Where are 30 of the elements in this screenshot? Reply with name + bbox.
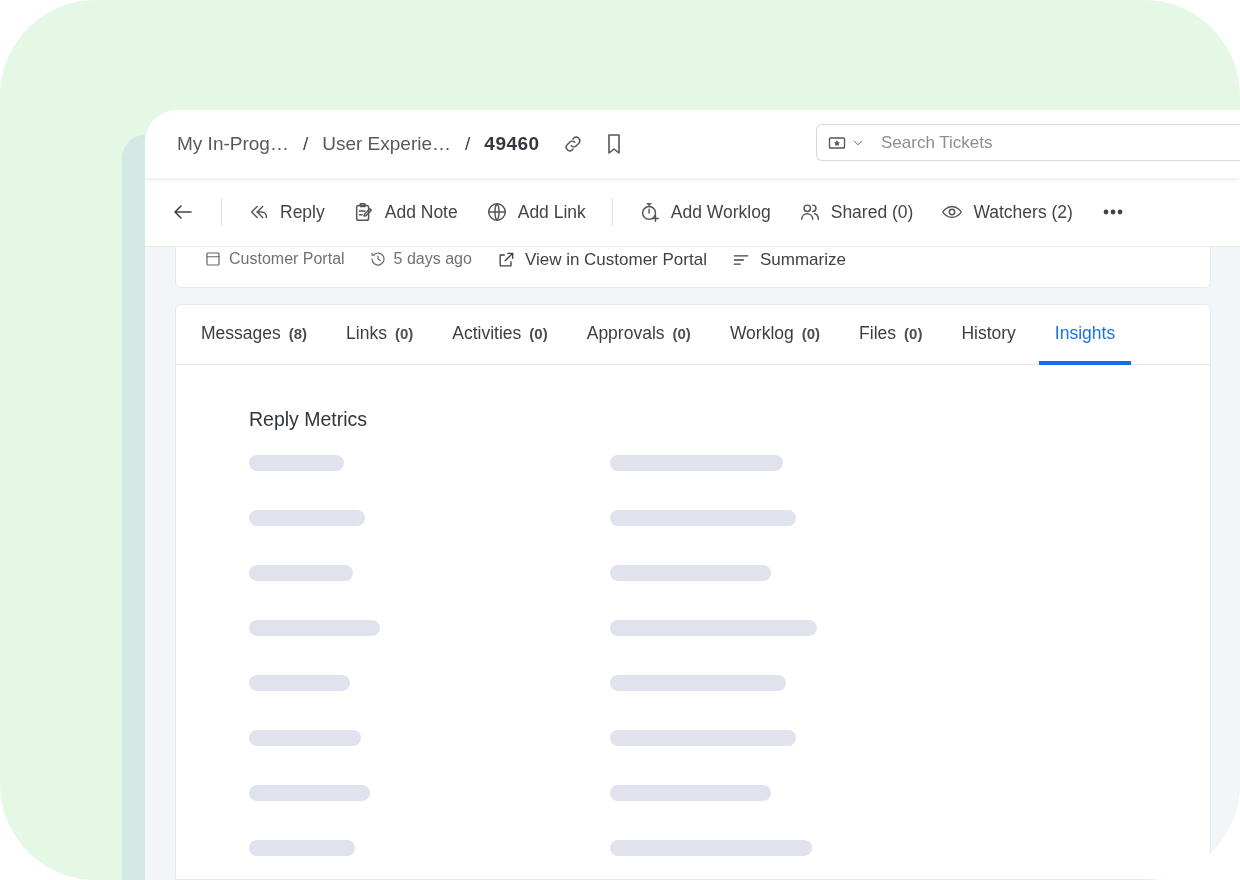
breadcrumb-separator: / (465, 133, 471, 155)
tab[interactable]: Worklog (0) (729, 305, 821, 365)
globe-icon (485, 201, 508, 223)
people-icon (798, 201, 821, 223)
tab[interactable]: Insights (1038, 305, 1132, 365)
tab[interactable]: Links (0) (346, 305, 414, 365)
tab[interactable]: Activities (0) (452, 305, 548, 365)
section-title: Reply Metrics (249, 408, 369, 431)
breadcrumb-link[interactable]: User Experie… (322, 133, 452, 155)
toolbar-button[interactable]: Add Link (485, 201, 586, 223)
tab[interactable]: Messages (8) (201, 305, 308, 365)
toolbar-button[interactable]: Watchers (2) (941, 201, 1073, 223)
toolbar-button[interactable]: Reply (248, 201, 325, 223)
tab[interactable]: Approvals (0) (586, 305, 691, 365)
toolbar-button[interactable]: Add Worklog (638, 201, 771, 223)
meta-info: 5 days ago (393, 250, 472, 268)
meta-link[interactable]: View in Customer Portal (495, 250, 707, 270)
breadcrumb-link[interactable]: 49460 (484, 133, 540, 155)
toolbar-button[interactable]: Add Note (352, 201, 458, 223)
tab[interactable]: Files (0) (859, 305, 923, 365)
search-bar[interactable]: Search Tickets (816, 124, 1240, 161)
history-icon (368, 250, 387, 268)
breadcrumb-link[interactable]: My In-Prog… (177, 133, 289, 155)
toolbar-button[interactable]: Shared (0) (798, 201, 914, 223)
breadcrumb-separator: / (302, 133, 309, 155)
meta-link[interactable]: Summarize (730, 250, 846, 270)
search-input[interactable]: Search Tickets (879, 131, 1240, 154)
meta-info: Customer Portal (229, 250, 345, 268)
window-icon (204, 250, 222, 268)
tab[interactable]: History (961, 305, 1016, 365)
